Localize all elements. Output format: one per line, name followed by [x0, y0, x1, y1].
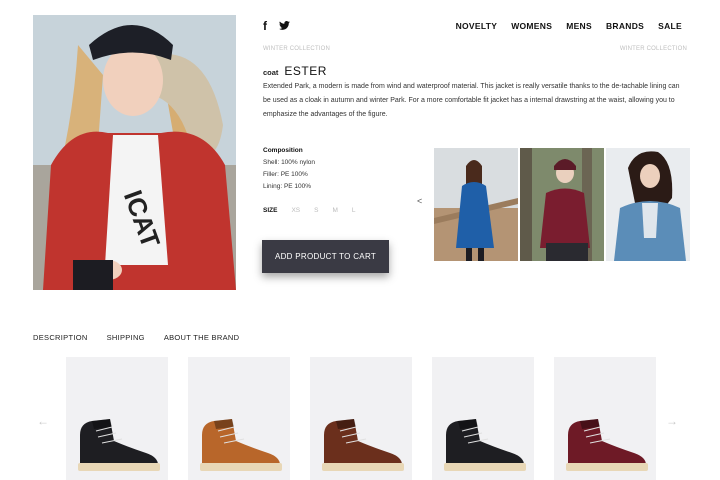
thumbnail-lightblue-coat[interactable]: [606, 148, 690, 261]
social-links: f: [263, 19, 290, 33]
boot-icon: [66, 357, 168, 480]
boot-icon: [554, 357, 656, 480]
nav-sale[interactable]: SALE: [658, 21, 682, 31]
main-nav: NOVELTY WOMENS MENS BRANDS SALE: [456, 21, 682, 31]
nav-womens[interactable]: WOMENS: [511, 21, 552, 31]
tab-description[interactable]: DESCRIPTION: [33, 333, 88, 342]
product-name: ESTER: [284, 64, 327, 78]
product-card-boot-black[interactable]: [66, 357, 168, 480]
add-to-cart-button[interactable]: ADD PRODUCT TO CART: [262, 240, 389, 273]
twitter-icon[interactable]: [279, 19, 290, 33]
product-title: coat ESTER: [263, 64, 327, 78]
composition-heading: Composition: [263, 147, 303, 154]
carousel-prev-arrow[interactable]: ←: [37, 414, 49, 428]
boot-icon: [188, 357, 290, 480]
thumbnail-burgundy-coat[interactable]: [520, 148, 604, 261]
breadcrumb-right[interactable]: WINTER COLLECTION: [620, 46, 687, 52]
boot-icon: [310, 357, 412, 480]
nav-brands[interactable]: BRANDS: [606, 21, 644, 31]
nav-mens[interactable]: MENS: [566, 21, 592, 31]
product-card-boot-brown[interactable]: [310, 357, 412, 480]
hero-product-photo: ICAT: [33, 15, 236, 290]
size-selector: SIZE XS S M L: [263, 207, 356, 214]
nav-novelty[interactable]: NOVELTY: [456, 21, 498, 31]
carousel-next-arrow[interactable]: →: [666, 414, 678, 428]
size-label: SIZE: [263, 207, 278, 214]
info-tabs: DESCRIPTION SHIPPING ABOUT THE BRAND: [33, 333, 239, 342]
thumbnail-blue-coat[interactable]: [434, 148, 518, 261]
related-products: [66, 357, 656, 480]
breadcrumb-left[interactable]: WINTER COLLECTION: [263, 46, 330, 52]
tab-shipping[interactable]: SHIPPING: [107, 333, 145, 342]
composition-filler: Filler: PE 100%: [263, 171, 308, 178]
product-card-boot-burgundy[interactable]: [554, 357, 656, 480]
tab-about-brand[interactable]: ABOUT THE BRAND: [164, 333, 240, 342]
facebook-icon[interactable]: f: [263, 19, 267, 33]
composition-block: Composition Shell: 100% nylon Filler: PE…: [263, 145, 315, 193]
thumbnail-prev-arrow[interactable]: <: [417, 196, 422, 206]
thumbnail-gallery: [434, 148, 690, 261]
size-option-xs[interactable]: XS: [291, 207, 300, 214]
size-option-m[interactable]: M: [332, 207, 337, 214]
boot-icon: [432, 357, 534, 480]
product-card-boot-black[interactable]: [432, 357, 534, 480]
size-option-l[interactable]: L: [352, 207, 356, 214]
composition-shell: Shell: 100% nylon: [263, 159, 316, 166]
composition-lining: Lining: PE 100%: [263, 183, 312, 190]
size-option-s[interactable]: S: [314, 207, 318, 214]
product-description: Extended Park, a modern is made from win…: [263, 83, 680, 118]
product-kind: coat: [263, 68, 279, 77]
product-card-boot-tan[interactable]: [188, 357, 290, 480]
